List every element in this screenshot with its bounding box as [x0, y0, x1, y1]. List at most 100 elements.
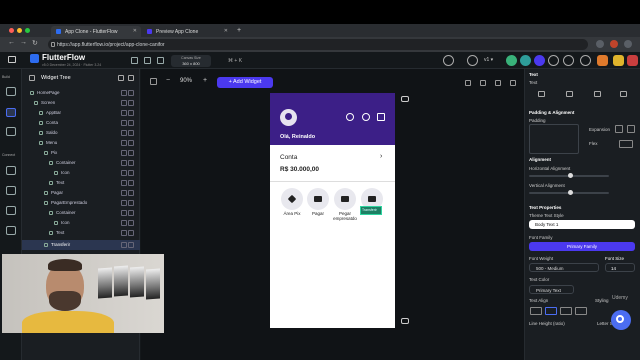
widget-name[interactable]: Text	[529, 80, 537, 85]
tree-item-actions[interactable]	[121, 120, 134, 126]
layout-icon[interactable]	[157, 57, 164, 64]
profile-avatar-icon[interactable]	[610, 40, 618, 48]
sync-icon[interactable]	[520, 55, 531, 66]
code-icon[interactable]	[563, 55, 574, 66]
canvas-size-selector[interactable]: Canvas Size 360 x 800	[171, 55, 211, 67]
tree-item-pagaremprestado[interactable]: PagarEmprestado	[22, 198, 140, 208]
font-size-input[interactable]: 14	[605, 263, 635, 272]
tree-item-actions[interactable]	[121, 90, 134, 96]
tree-item-actions[interactable]	[121, 230, 134, 236]
canvas-bottom-handle-icon[interactable]	[401, 318, 409, 324]
settings-icon[interactable]	[6, 226, 16, 235]
gear-icon[interactable]	[443, 55, 454, 66]
home-icon[interactable]	[8, 56, 16, 63]
widget-tree-icon[interactable]	[6, 108, 16, 117]
tree-item-container[interactable]: Container	[22, 208, 140, 218]
expand-icon[interactable]	[615, 125, 623, 133]
horizontal-alignment-slider[interactable]	[529, 173, 609, 178]
tree-item-pix[interactable]: Pix	[22, 148, 140, 158]
shrink-icon[interactable]	[627, 125, 635, 133]
tree-item-menu[interactable]: Menu	[22, 138, 140, 148]
back-icon[interactable]: ←	[8, 39, 15, 46]
debug-icon[interactable]	[627, 55, 638, 66]
play-tab-icon[interactable]	[620, 91, 627, 97]
test-mode-icon[interactable]	[613, 55, 624, 66]
run-icon[interactable]	[597, 55, 608, 66]
align-justify-icon[interactable]	[575, 307, 587, 315]
version-selector[interactable]: v1 ▾	[484, 57, 493, 63]
share-icon[interactable]	[548, 55, 559, 66]
user-avatar-icon[interactable]	[280, 109, 297, 126]
tree-item-saldo[interactable]: Saldo	[22, 128, 140, 138]
browser-tab[interactable]: Preview App Clone ✕	[142, 26, 232, 37]
properties-tab-icon[interactable]	[538, 91, 545, 97]
eye-icon[interactable]	[346, 113, 354, 121]
align-left-icon[interactable]	[530, 307, 542, 315]
tree-item-actions[interactable]	[121, 130, 134, 136]
maximize-window-icon[interactable]	[25, 28, 30, 33]
close-window-icon[interactable]	[9, 28, 14, 33]
mail-icon[interactable]	[377, 113, 385, 121]
light-mode-icon[interactable]	[465, 80, 471, 86]
more-icon[interactable]	[510, 80, 516, 86]
forward-icon[interactable]: →	[20, 39, 27, 46]
actions-tab-icon[interactable]	[566, 91, 573, 97]
font-weight-select[interactable]: 500 - Medium	[529, 263, 599, 272]
download-icon[interactable]	[580, 55, 591, 66]
command-palette-shortcut[interactable]: ⌘ + K	[228, 58, 242, 64]
tree-item-actions[interactable]	[121, 110, 134, 116]
tree-item-actions[interactable]	[121, 190, 134, 196]
tree-item-appbar[interactable]: AppBar	[22, 108, 140, 118]
tree-item-actions[interactable]	[121, 150, 134, 156]
backend-tab-icon[interactable]	[594, 91, 601, 97]
vertical-alignment-slider[interactable]	[529, 190, 609, 195]
padding-editor[interactable]	[529, 124, 579, 154]
tree-item-actions[interactable]	[121, 220, 134, 226]
canvas-top-handle-icon[interactable]	[401, 96, 409, 102]
browser-menu-icon[interactable]	[624, 40, 632, 48]
dark-mode-icon[interactable]	[480, 80, 486, 86]
reload-icon[interactable]: ↻	[32, 39, 38, 47]
tree-item-icon[interactable]: Icon	[22, 168, 140, 178]
pages-icon[interactable]	[6, 87, 16, 96]
tree-item-text[interactable]: Text	[22, 178, 140, 188]
tree-item-actions[interactable]	[121, 200, 134, 206]
tree-item-container[interactable]: Container	[22, 158, 140, 168]
slider-thumb[interactable]	[568, 190, 573, 195]
preview-icon[interactable]	[495, 80, 501, 86]
zoom-level[interactable]: 90%	[180, 78, 192, 84]
minimize-window-icon[interactable]	[17, 28, 22, 33]
tree-item-actions[interactable]	[121, 140, 134, 146]
account-label[interactable]: Conta	[280, 154, 297, 161]
chevron-right-icon[interactable]: ›	[380, 153, 382, 160]
device-toggle-icon[interactable]	[150, 78, 157, 85]
tree-item-text[interactable]: Text	[22, 228, 140, 238]
tree-item-homepage[interactable]: HomePage	[22, 88, 140, 98]
collaborator-avatar-icon[interactable]	[506, 55, 517, 66]
bug-icon[interactable]	[467, 55, 478, 66]
storyboard-icon[interactable]	[6, 127, 16, 136]
tree-item-icon[interactable]: Icon	[22, 218, 140, 228]
theme-text-style-select[interactable]: Body Text 1	[529, 220, 635, 229]
font-family-select[interactable]: Primary Family	[529, 242, 635, 251]
pix-button[interactable]	[281, 188, 303, 210]
tree-item-actions[interactable]	[121, 170, 134, 176]
filter-icon[interactable]	[128, 75, 134, 81]
new-tab-button[interactable]: +	[234, 26, 246, 37]
selected-widget-outline[interactable]: Transferir	[360, 206, 382, 215]
align-center-icon[interactable]	[545, 307, 557, 315]
zoom-in-icon[interactable]: +	[203, 77, 207, 84]
tree-item-actions[interactable]	[121, 160, 134, 166]
chat-help-button[interactable]	[611, 310, 631, 330]
panel-toggle-icon[interactable]	[131, 57, 138, 64]
tree-item-actions[interactable]	[121, 180, 134, 186]
app-header[interactable]: Olá, Reinaldo	[270, 93, 395, 145]
pay-button[interactable]	[307, 188, 329, 210]
loan-button[interactable]	[334, 188, 356, 210]
database-icon[interactable]	[6, 166, 16, 175]
slider-thumb[interactable]	[568, 173, 573, 178]
zoom-out-icon[interactable]: −	[166, 77, 170, 84]
tree-item-screen[interactable]: Screen	[22, 98, 140, 108]
cloud-functions-icon[interactable]	[6, 206, 16, 215]
device-icon[interactable]	[144, 57, 151, 64]
